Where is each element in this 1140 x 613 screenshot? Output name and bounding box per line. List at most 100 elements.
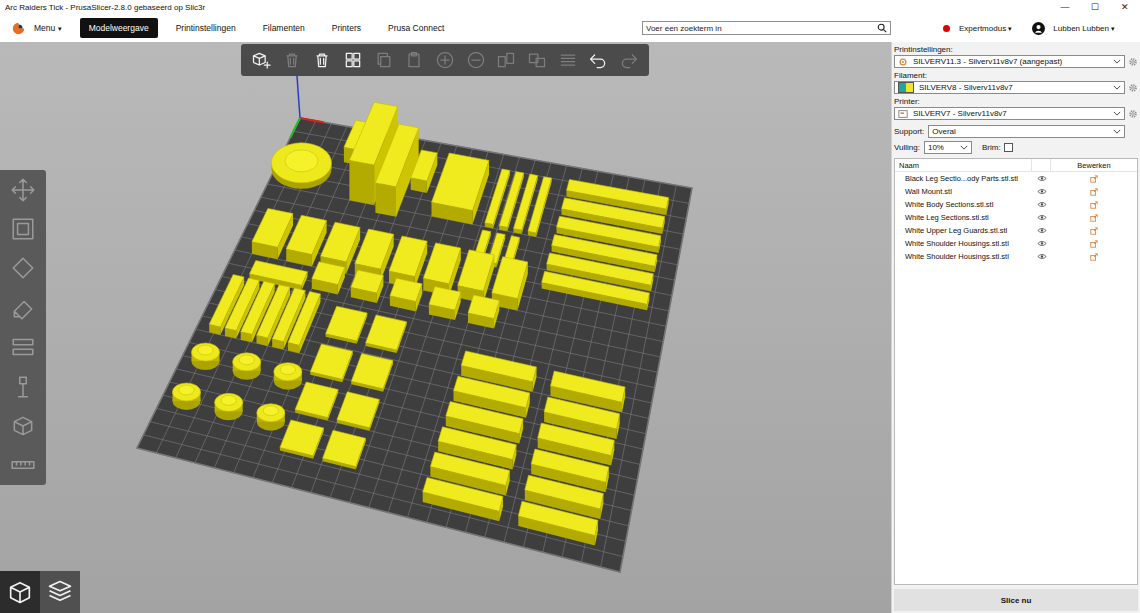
edit-cell[interactable] (1051, 188, 1137, 196)
window-control[interactable]: ✕ (1110, 2, 1140, 12)
view-button[interactable] (40, 571, 80, 613)
object-row[interactable]: White Upper Leg Guards.stl.stl (895, 224, 1137, 237)
window-control[interactable]: ☐ (1080, 2, 1110, 12)
gizmo-button[interactable] (7, 371, 39, 403)
model-part[interactable] (528, 177, 552, 237)
slice-button[interactable]: Slice nu (894, 589, 1138, 611)
preset-combo[interactable]: SILVERV8 - Silverv11v8v7 (894, 81, 1125, 94)
gizmo-button[interactable] (7, 331, 39, 363)
model-part[interactable] (310, 344, 352, 382)
model-part[interactable] (542, 271, 650, 310)
preset-combo[interactable]: SILVERV11.3 - Silverv11v8v7 (aangepast) (894, 55, 1125, 68)
toolbar-button[interactable] (586, 47, 610, 73)
toolbar-button[interactable] (402, 47, 426, 73)
model-part[interactable] (390, 278, 422, 311)
toolbar-button[interactable] (249, 47, 273, 73)
model-part[interactable] (173, 383, 201, 410)
model-part[interactable] (192, 343, 220, 370)
model-part[interactable] (326, 306, 368, 344)
gear-icon[interactable] (1128, 109, 1138, 119)
object-row[interactable]: Wall Mount.stl (895, 185, 1137, 198)
edit-cell[interactable] (1051, 175, 1137, 183)
model-part[interactable] (423, 477, 503, 521)
edit-cell[interactable] (1051, 214, 1137, 222)
object-row[interactable]: White Shoulder Housings.stl.stl (895, 250, 1137, 263)
view-button[interactable] (0, 571, 40, 613)
mode-selector[interactable]: Expertmodus ▾ (959, 24, 1012, 33)
gizmo-button[interactable] (7, 449, 39, 481)
visibility-cell[interactable] (1033, 227, 1051, 234)
toolbar-button[interactable] (494, 47, 518, 73)
model-part[interactable] (351, 353, 393, 391)
model-part[interactable] (271, 143, 331, 189)
tab[interactable]: Filamenten (254, 18, 314, 38)
column-header[interactable]: Naam (895, 161, 1031, 170)
gizmo-button[interactable] (7, 410, 39, 442)
magnifier-icon[interactable] (877, 23, 887, 33)
visibility-cell[interactable] (1033, 188, 1051, 195)
visibility-cell[interactable] (1033, 201, 1051, 208)
edit-cell[interactable] (1051, 201, 1137, 209)
model-part[interactable] (257, 404, 285, 431)
model-part[interactable] (429, 287, 461, 321)
search-field[interactable]: Voer een zoekterm in (642, 21, 891, 35)
gear-icon[interactable] (1128, 83, 1138, 93)
window-control[interactable]: — (1050, 2, 1080, 12)
object-row[interactable]: White Body Sections.stl.stl (895, 198, 1137, 211)
avatar-icon[interactable] (1032, 22, 1045, 35)
preset-combo[interactable]: SILVERV7 - Silverv11v8v7 (894, 107, 1125, 120)
model-part[interactable] (351, 270, 384, 303)
model-part[interactable] (366, 315, 407, 353)
model-part[interactable] (295, 382, 338, 421)
model-part[interactable] (312, 262, 345, 295)
toolbar-button[interactable] (556, 47, 580, 73)
model-part[interactable] (274, 363, 302, 390)
gizmo-button[interactable] (7, 174, 39, 206)
toolbar-button[interactable] (617, 47, 641, 73)
support-combo[interactable]: Overal (928, 125, 1125, 138)
toolbar-button[interactable] (280, 47, 304, 73)
gizmo-button[interactable] (7, 252, 39, 284)
tab[interactable]: Modelweergave (80, 18, 158, 38)
model-part[interactable] (411, 150, 438, 193)
model-part[interactable] (280, 420, 324, 459)
gizmo-button[interactable] (7, 213, 39, 245)
toolbar-button[interactable] (464, 47, 488, 73)
scene[interactable] (0, 42, 891, 613)
visibility-cell[interactable] (1033, 214, 1051, 221)
tab[interactable]: Prusa Connect (379, 18, 453, 38)
model-part[interactable] (288, 292, 321, 354)
brim-checkbox[interactable] (1004, 143, 1013, 152)
model-part[interactable] (215, 393, 243, 420)
column-header[interactable]: Bewerken (1051, 161, 1137, 170)
visibility-cell[interactable] (1033, 253, 1051, 260)
menu-button[interactable]: Menu ▾ (34, 23, 62, 33)
object-row[interactable]: White Shoulder Housings.stl.stl (895, 237, 1137, 250)
infill-combo[interactable]: 10% (924, 141, 972, 154)
visibility-cell[interactable] (1033, 175, 1051, 182)
model-part[interactable] (323, 430, 366, 469)
toolbar-button[interactable] (433, 47, 457, 73)
edit-cell[interactable] (1051, 253, 1137, 261)
model-part[interactable] (518, 501, 598, 545)
visibility-cell[interactable] (1033, 240, 1051, 247)
model-part[interactable] (233, 353, 261, 380)
object-row[interactable]: Black Leg Sectio...ody Parts.stl.stl (895, 172, 1137, 185)
model-part[interactable] (337, 392, 380, 431)
edit-cell[interactable] (1051, 240, 1137, 248)
gear-icon[interactable] (1128, 57, 1138, 67)
toolbar-button[interactable] (310, 47, 334, 73)
toolbar-button[interactable] (525, 47, 549, 73)
toolbar-button[interactable] (372, 47, 396, 73)
model-part[interactable] (432, 153, 490, 224)
model-part[interactable] (375, 124, 418, 217)
tab[interactable]: Printers (323, 18, 370, 38)
user-menu[interactable]: Lubben Lubben ▾ (1053, 24, 1115, 33)
3d-canvas[interactable] (0, 42, 891, 613)
edit-cell[interactable] (1051, 227, 1137, 235)
toolbar-button[interactable] (341, 47, 365, 73)
tab[interactable]: Printinstellingen (167, 18, 245, 38)
object-row[interactable]: White Leg Sections.stl.stl (895, 211, 1137, 224)
model-part[interactable] (468, 295, 499, 329)
gizmo-button[interactable] (7, 292, 39, 324)
